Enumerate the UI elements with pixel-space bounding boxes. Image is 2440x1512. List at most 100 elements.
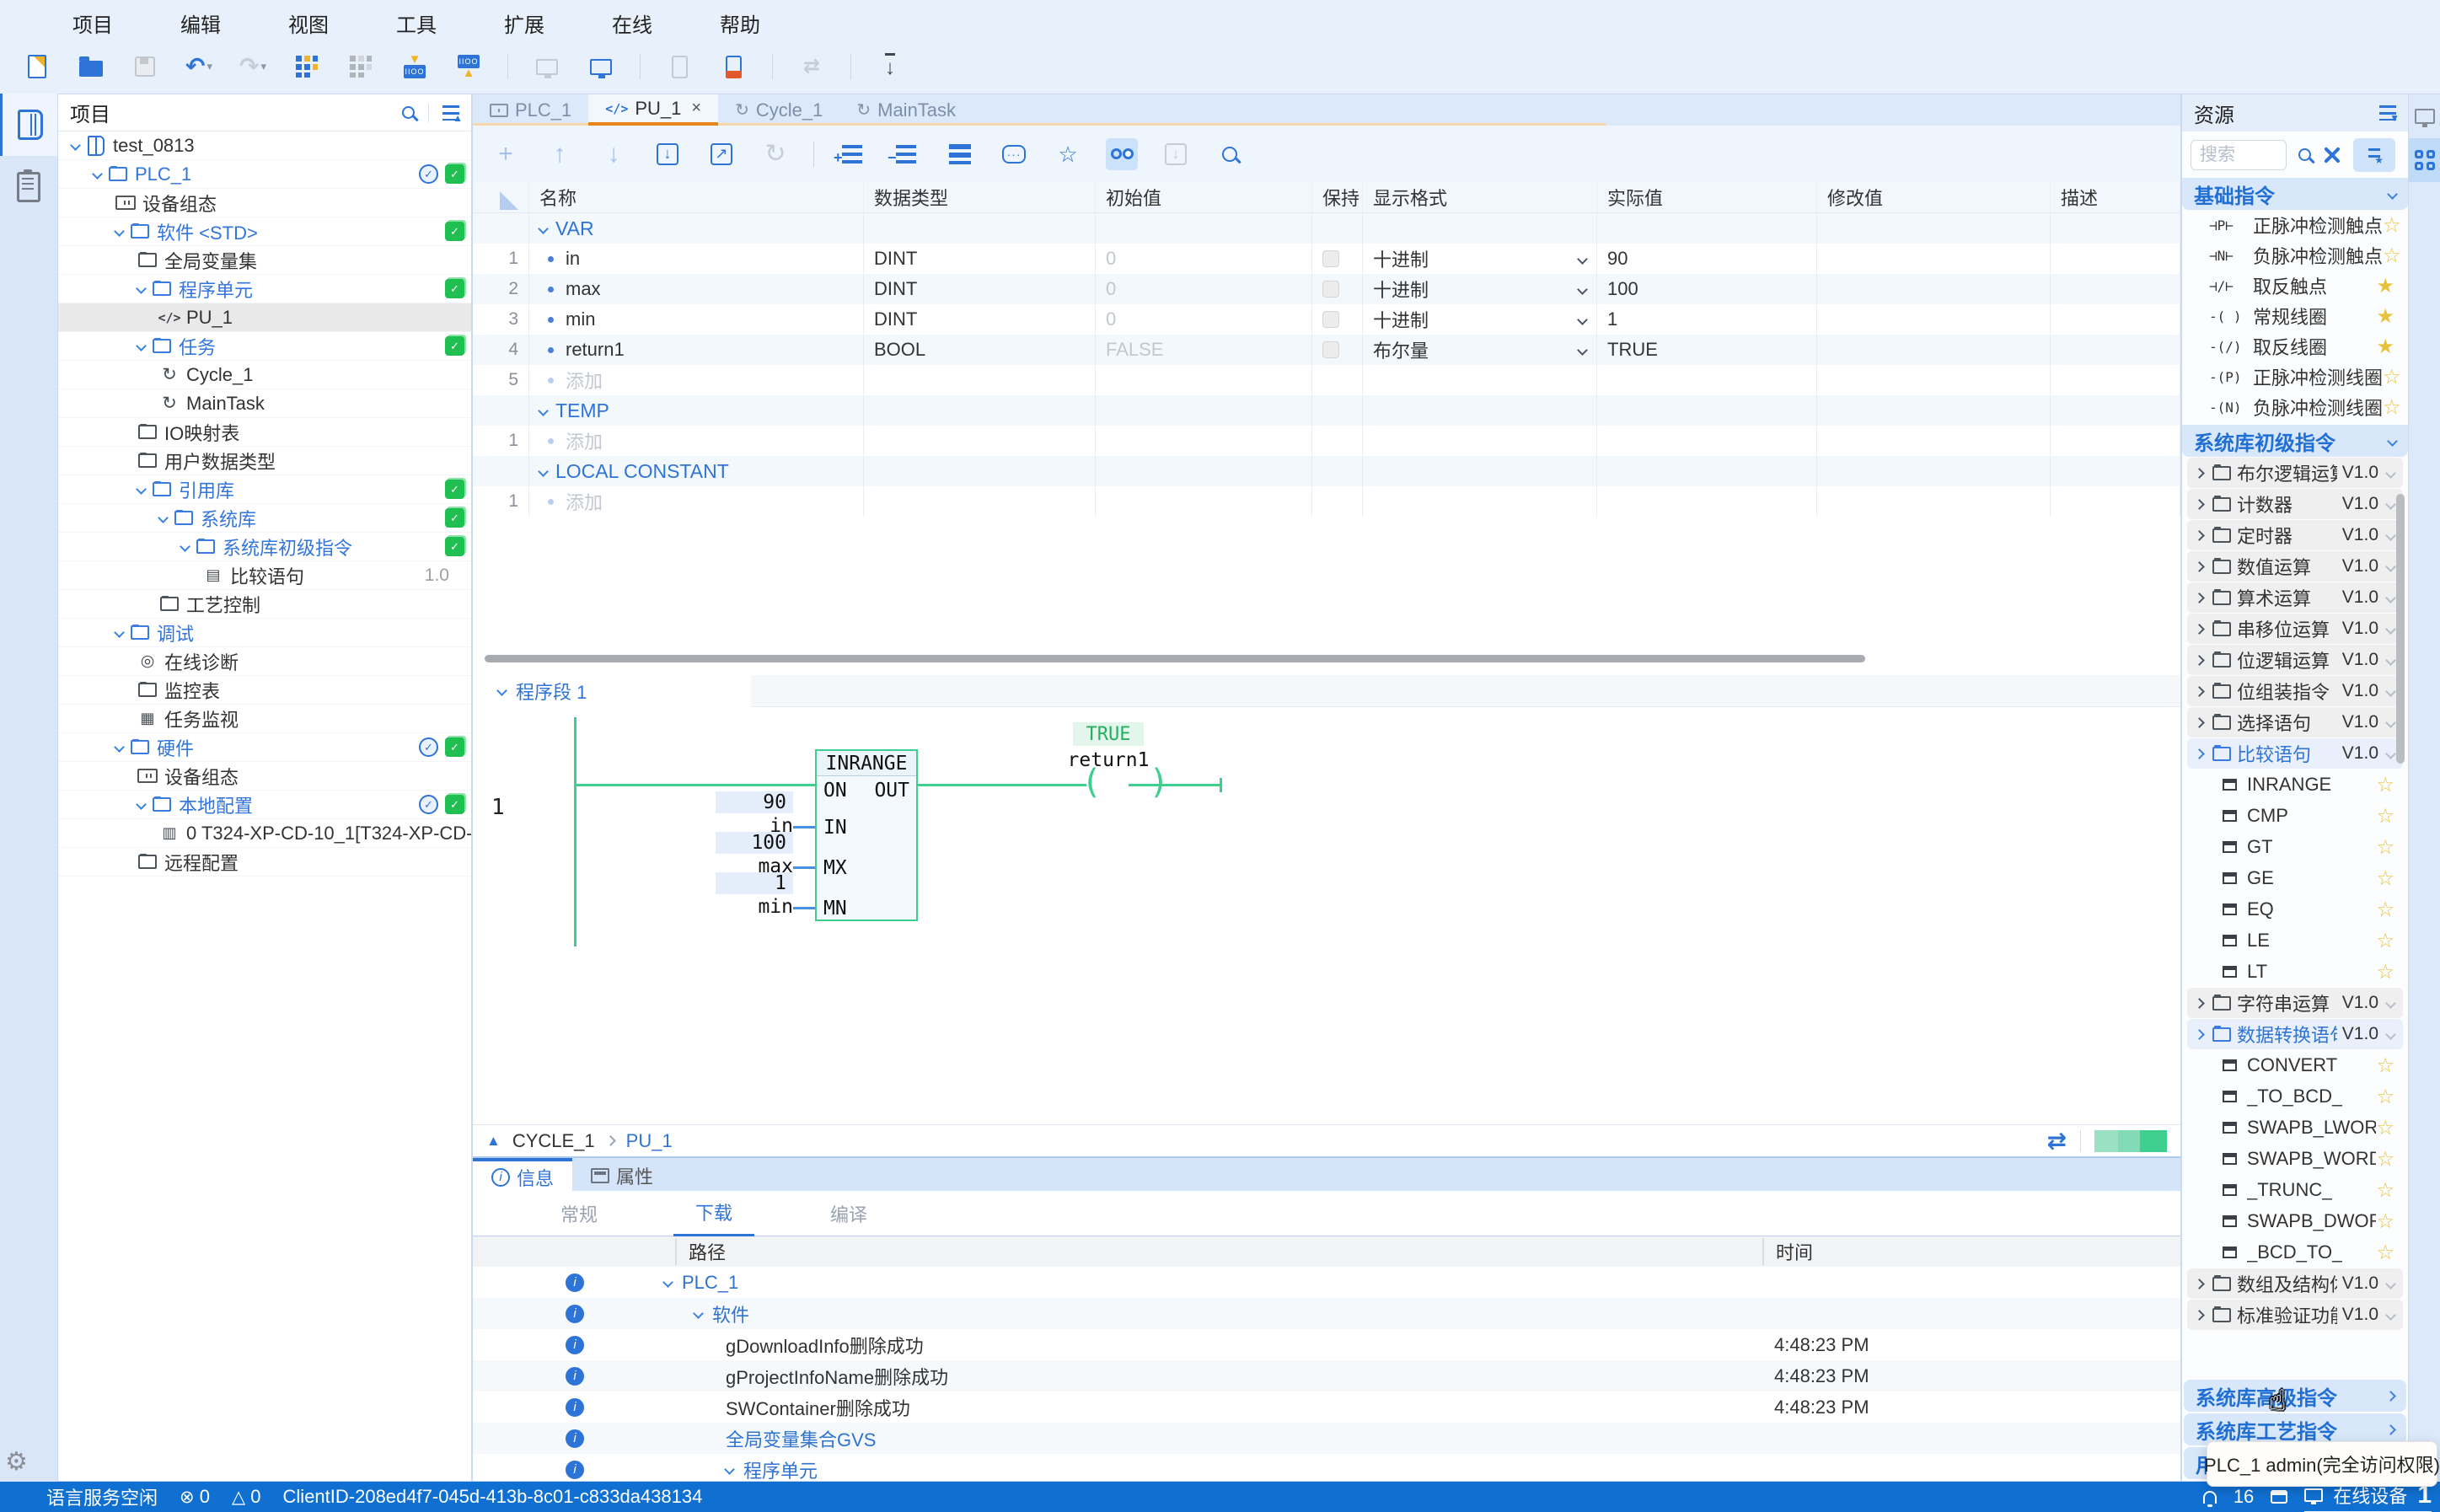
add-variable-icon[interactable]: +: [490, 138, 522, 170]
library-row[interactable]: CONVERT ☆: [2187, 1050, 2403, 1080]
favorite-star-icon[interactable]: ☆: [2376, 929, 2394, 953]
import-icon[interactable]: ↓: [652, 138, 684, 170]
modify-value-cell[interactable]: [1817, 486, 2051, 517]
favorite-star-icon[interactable]: ☆: [2376, 1241, 2394, 1265]
project-tree-item[interactable]: 本地配置 ✓ ✓: [58, 791, 471, 819]
variable-row[interactable]: 3 min DINT 0 十进制 1: [473, 304, 2180, 335]
library-row[interactable]: 数据转换语句 V1.0: [2187, 1019, 2403, 1049]
modify-value-cell[interactable]: [1817, 426, 2051, 456]
system-basic-instructions-section[interactable]: 系统库初级指令: [2182, 425, 2408, 457]
display-format-cell[interactable]: 十进制: [1363, 274, 1597, 304]
version-dropdown-icon[interactable]: [2385, 717, 2396, 728]
library-row[interactable]: 布尔逻辑运算 V1.0: [2187, 458, 2403, 488]
row-display-icon[interactable]: [944, 138, 976, 170]
search-icon[interactable]: [2298, 148, 2311, 161]
description-cell[interactable]: [2051, 365, 2180, 395]
redo-icon[interactable]: ↷▾: [238, 51, 268, 82]
delete-row-icon[interactable]: −: [890, 138, 922, 170]
variable-row[interactable]: VAR: [473, 213, 2180, 244]
actual-value-cell[interactable]: [1597, 486, 1817, 517]
log-row[interactable]: i 软件: [473, 1298, 2180, 1329]
display-format-cell[interactable]: [1363, 395, 1597, 426]
project-tree-item[interactable]: 工艺控制: [58, 590, 471, 619]
library-row[interactable]: 计数器 V1.0: [2187, 489, 2403, 519]
instruction-item[interactable]: 正脉冲检测触点 ☆: [2182, 210, 2408, 240]
variable-name[interactable]: min: [566, 308, 595, 330]
actual-value-cell[interactable]: 90: [1597, 244, 1817, 274]
version-dropdown-icon[interactable]: [2385, 561, 2396, 572]
library-row[interactable]: 位组装指令 V1.0: [2187, 676, 2403, 706]
actual-value-cell[interactable]: TRUE: [1597, 335, 1817, 365]
expand-chevron-icon[interactable]: [180, 541, 190, 552]
folder-chevron-icon[interactable]: [2194, 748, 2205, 759]
ladder-canvas[interactable]: 1 INRANGE ON OUT IN MX MN 90 in: [473, 707, 2180, 1124]
retain-checkbox[interactable]: [1322, 311, 1339, 328]
data-type-cell[interactable]: DINT: [864, 274, 1096, 304]
favorite-star-icon[interactable]: ★: [2376, 335, 2394, 359]
project-tree-item[interactable]: 系统库 ✓: [58, 504, 471, 533]
library-row[interactable]: 串移位运算 V1.0: [2187, 614, 2403, 644]
variable-name[interactable]: in: [566, 248, 580, 270]
folder-chevron-icon[interactable]: [2194, 655, 2205, 666]
output-tab[interactable]: 属性: [572, 1158, 672, 1193]
block-input-operand[interactable]: 1 min: [716, 872, 793, 918]
edit-tools-icon[interactable]: [2323, 146, 2341, 164]
expand-chevron-icon[interactable]: [158, 512, 169, 523]
expand-chevron-icon[interactable]: [136, 340, 147, 351]
group-chevron-icon[interactable]: [538, 223, 549, 234]
favorite-icon[interactable]: ☆: [1052, 138, 1084, 170]
variable-row[interactable]: 2 max DINT 0 十进制 100: [473, 274, 2180, 304]
favorite-star-icon[interactable]: ☆: [2376, 1209, 2394, 1234]
expand-chevron-icon[interactable]: [114, 742, 125, 753]
version-dropdown-icon[interactable]: [2385, 655, 2396, 666]
select-all-icon[interactable]: [500, 191, 518, 210]
breadcrumb-unit[interactable]: PU_1: [626, 1130, 673, 1152]
library-row[interactable]: CMP ☆: [2187, 801, 2403, 831]
zoom-search-icon[interactable]: [1214, 138, 1246, 170]
resources-search-input[interactable]: [2191, 140, 2287, 170]
data-type-cell[interactable]: [864, 365, 1096, 395]
retain-checkbox[interactable]: [1322, 250, 1339, 267]
favorite-star-icon[interactable]: ☆: [2383, 365, 2401, 389]
display-format-cell[interactable]: 十进制: [1363, 304, 1597, 335]
library-row[interactable]: SWAPB_DWORD ☆: [2187, 1206, 2403, 1236]
variable-name[interactable]: return1: [566, 339, 625, 361]
resources-view-icon[interactable]: [2409, 138, 2440, 182]
library-row[interactable]: _TRUNC_ ☆: [2187, 1175, 2403, 1205]
variable-row[interactable]: 1 in DINT 0 十进制 90: [473, 244, 2180, 274]
favorite-star-icon[interactable]: ☆: [2376, 1054, 2394, 1078]
library-row[interactable]: GT ☆: [2187, 832, 2403, 862]
project-tree-item[interactable]: 比较语句 1.0: [58, 561, 471, 590]
collapsed-section[interactable]: 系统库高级指令: [2184, 1380, 2406, 1412]
version-dropdown-icon[interactable]: [2385, 468, 2396, 479]
version-dropdown-icon[interactable]: [2385, 686, 2396, 697]
project-tree-item[interactable]: 硬件 ✓ ✓: [58, 733, 471, 762]
favorite-star-icon[interactable]: ☆: [2376, 835, 2394, 860]
variable-name[interactable]: max: [566, 278, 601, 300]
folder-chevron-icon[interactable]: [2194, 1029, 2205, 1040]
variable-row[interactable]: TEMP: [473, 395, 2180, 426]
favorite-star-icon[interactable]: ★: [2376, 304, 2394, 329]
folder-chevron-icon[interactable]: [2194, 717, 2205, 728]
swap-view-icon[interactable]: ⇄: [2047, 1127, 2067, 1155]
initial-value-cell[interactable]: [1096, 365, 1312, 395]
output-subtab[interactable]: 下载: [673, 1190, 754, 1237]
project-tree-item[interactable]: 监控表: [58, 676, 471, 705]
library-row[interactable]: 定时器 V1.0: [2187, 520, 2403, 550]
menu-item[interactable]: 扩展: [504, 8, 544, 38]
modify-value-cell[interactable]: [1817, 365, 2051, 395]
refresh-icon[interactable]: ↻: [759, 138, 791, 170]
version-dropdown-icon[interactable]: [2385, 1310, 2396, 1321]
favorite-star-icon[interactable]: ☆: [2376, 960, 2394, 984]
basic-instructions-section[interactable]: 基础指令: [2182, 178, 2408, 210]
library-row[interactable]: 比较语句 V1.0: [2187, 738, 2403, 769]
project-tree-item[interactable]: test_0813: [58, 131, 471, 160]
move-down-icon[interactable]: ↓: [598, 138, 630, 170]
device-view-icon[interactable]: [2409, 94, 2440, 138]
retain-checkbox[interactable]: [1322, 341, 1339, 358]
display-format-cell[interactable]: 布尔量: [1363, 335, 1597, 365]
menu-item[interactable]: 工具: [396, 8, 437, 38]
favorite-star-icon[interactable]: ☆: [2383, 213, 2401, 238]
version-dropdown-icon[interactable]: [2385, 1279, 2396, 1289]
project-tree-item[interactable]: 程序单元 ✓: [58, 275, 471, 303]
